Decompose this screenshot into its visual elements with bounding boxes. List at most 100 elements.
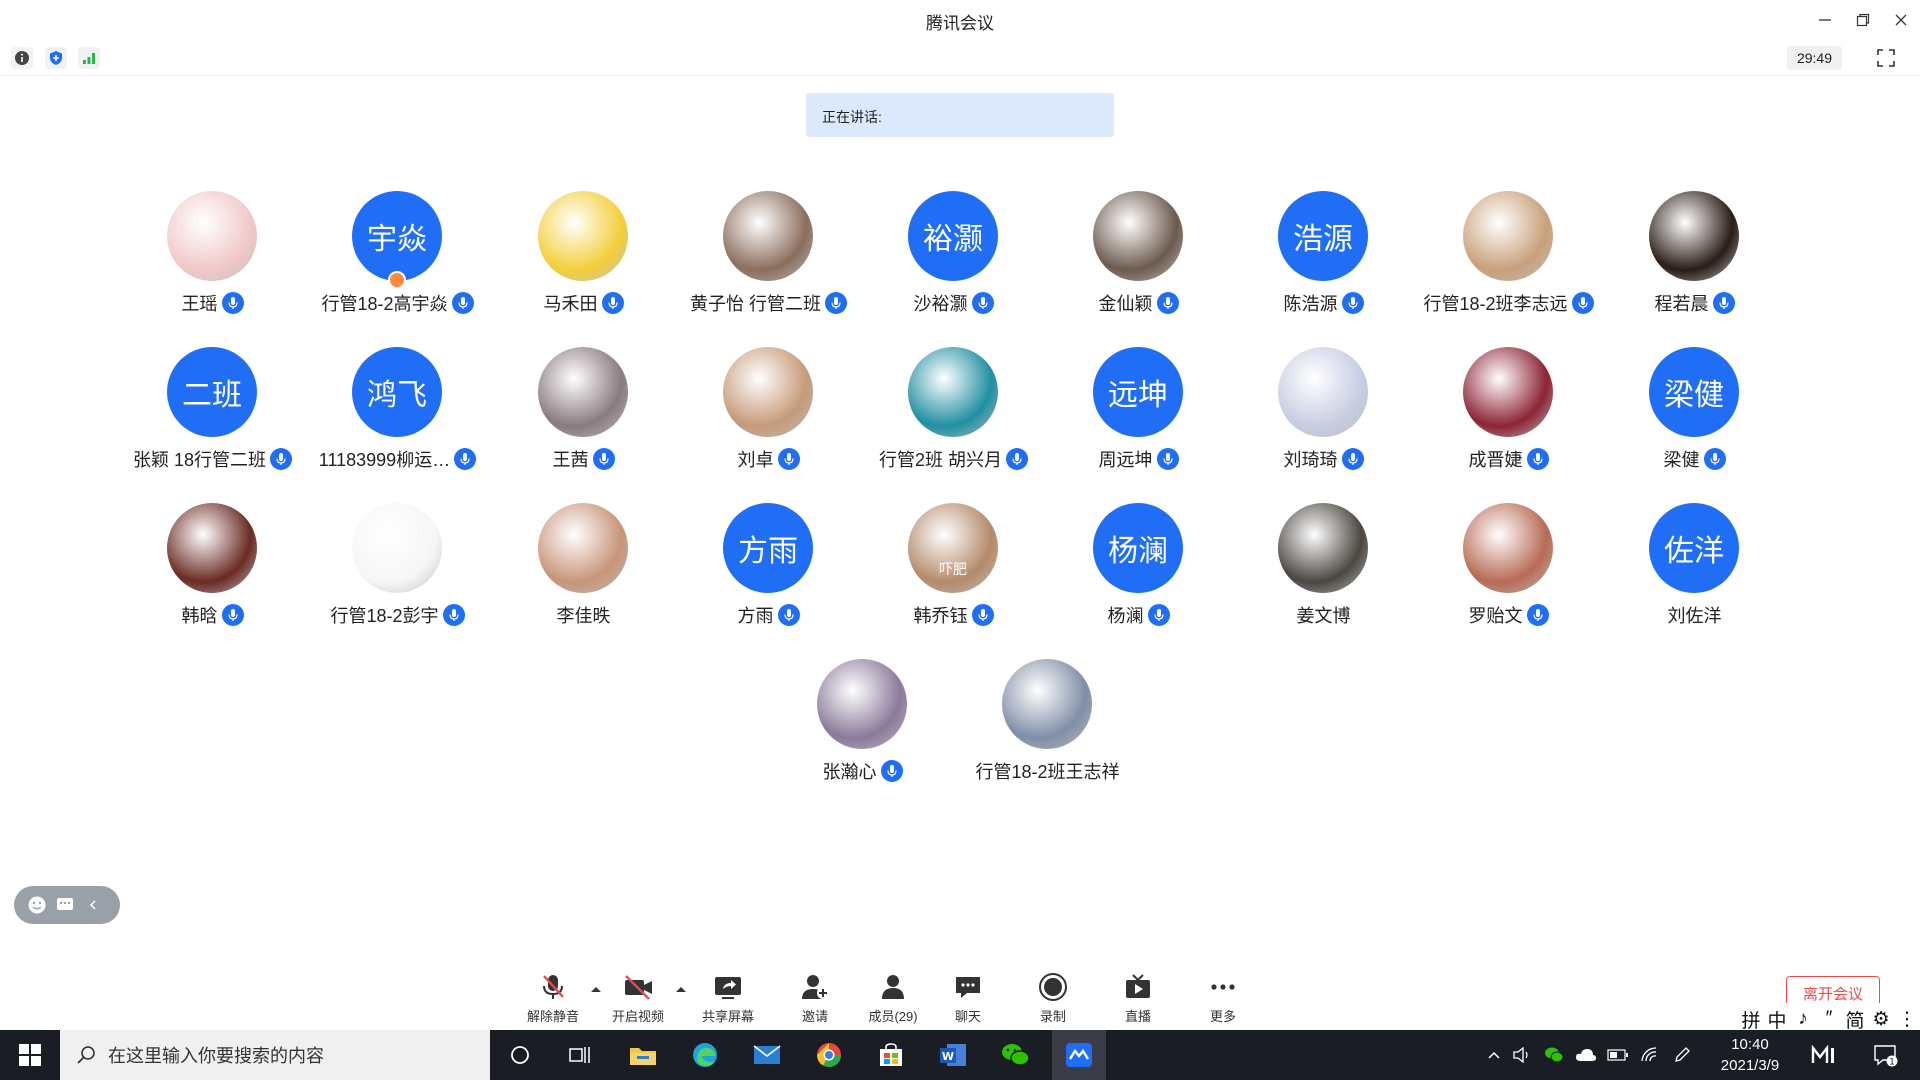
members-button[interactable]: 成员(29)	[858, 960, 928, 1028]
participant-tile[interactable]: 行管18-2班王志祥	[955, 659, 1140, 794]
participant-tile[interactable]: 刘琦琦	[1231, 347, 1416, 482]
participant-tile[interactable]: 罗贻文	[1416, 503, 1601, 638]
restore-button[interactable]	[1846, 6, 1880, 34]
participant-tile[interactable]: 鸿飞 11183999柳运…	[305, 347, 490, 482]
participant-tile[interactable]: 远坤 周远坤	[1046, 347, 1231, 482]
mail-app[interactable]	[742, 1030, 792, 1080]
participant-tile[interactable]: 程若晨	[1602, 191, 1787, 326]
participant-tile[interactable]: 马禾田	[491, 191, 676, 326]
participant-tile[interactable]: 李佳昳	[491, 503, 676, 638]
network-button[interactable]	[78, 47, 100, 69]
minimize-button[interactable]	[1808, 6, 1842, 34]
emoji-icon	[28, 896, 46, 914]
ime-settings[interactable]: ⚙	[1870, 1008, 1892, 1031]
participant-tile[interactable]: 行管18-2彭宇	[305, 503, 490, 638]
participant-tile[interactable]: 成晋婕	[1416, 347, 1601, 482]
participant-tile[interactable]: 方雨 方雨	[676, 503, 861, 638]
participant-tile[interactable]: 姜文博	[1231, 503, 1416, 638]
volume-button[interactable]	[1508, 1030, 1536, 1080]
participant-tile[interactable]: 黄子怡 行管二班	[676, 191, 861, 326]
collapse-button[interactable]	[82, 894, 104, 916]
participant-tile[interactable]: 行管18-2班李志远	[1416, 191, 1601, 326]
participant-name: 刘卓	[737, 450, 774, 470]
mic-status	[601, 292, 624, 314]
participant-tile[interactable]: 杨澜 杨澜	[1046, 503, 1231, 638]
wechat-app[interactable]	[990, 1030, 1040, 1080]
video-options-caret-icon[interactable]	[674, 984, 688, 994]
cortana-button[interactable]	[495, 1030, 545, 1080]
participant-tile[interactable]: 韩晗	[120, 503, 305, 638]
participant-tile[interactable]: 金仙颖	[1046, 191, 1231, 326]
info-button[interactable]	[11, 47, 33, 69]
reaction-panel[interactable]	[14, 886, 120, 924]
participant-name-line: 方雨	[676, 603, 861, 627]
start-video-button[interactable]: 开启视频	[603, 960, 673, 1028]
task-view-button[interactable]	[555, 1030, 605, 1080]
start-button[interactable]	[0, 1030, 60, 1080]
ime-chinese[interactable]: 中	[1766, 1006, 1788, 1033]
microphone-icon	[1347, 453, 1358, 465]
avatar	[908, 347, 998, 437]
participant-tile[interactable]: 吓肥 韩乔钰	[861, 503, 1046, 638]
pen-button[interactable]	[1668, 1030, 1696, 1080]
audio-options-caret-icon[interactable]	[589, 984, 603, 994]
participant-tile[interactable]: 浩源 陈浩源	[1231, 191, 1416, 326]
notification-center[interactable]: 1	[1866, 1030, 1906, 1080]
word-app[interactable]: W	[928, 1030, 978, 1080]
app-shortcut[interactable]	[1806, 1030, 1842, 1080]
fullscreen-button[interactable]	[1874, 46, 1898, 70]
tencent-meeting-app[interactable]	[1052, 1030, 1106, 1080]
ime-more[interactable]: ⋮	[1896, 1008, 1918, 1031]
mic-status	[454, 448, 477, 470]
participant-name-line: 王茜	[491, 447, 676, 471]
chrome-app[interactable]	[804, 1030, 854, 1080]
notification-icon: 1	[1874, 1045, 1898, 1067]
edge-app[interactable]	[680, 1030, 730, 1080]
participant-tile[interactable]: 梁健 梁健	[1602, 347, 1787, 482]
chat-button[interactable]: 聊天	[933, 960, 1003, 1028]
ime-simplified[interactable]: 简	[1844, 1006, 1866, 1033]
unmute-button[interactable]: 解除静音	[518, 960, 588, 1028]
participant-tile[interactable]: 佐洋 刘佐洋	[1602, 503, 1787, 638]
participant-tile[interactable]: 张瀚心	[770, 659, 955, 794]
participant-tile[interactable]: 刘卓	[676, 347, 861, 482]
participant-name: 沙裕灏	[913, 294, 968, 314]
avatar	[538, 347, 628, 437]
taskbar-search[interactable]: 在这里输入你要搜索的内容	[60, 1030, 490, 1080]
participant-tile[interactable]: 裕灏 沙裕灏	[861, 191, 1046, 326]
participant-name-line: 黄子怡 行管二班	[676, 291, 861, 315]
live-button[interactable]: 直播	[1103, 960, 1173, 1028]
participant-name: 张颖 18行管二班	[132, 450, 267, 470]
participant-tile[interactable]: 王茜	[491, 347, 676, 482]
tray-wechat[interactable]	[1540, 1030, 1568, 1080]
windows-logo-icon	[19, 1044, 41, 1066]
participant-name-line: 王瑶	[120, 291, 305, 315]
system-clock[interactable]: 10:40 2021/3/9	[1700, 1034, 1800, 1076]
participant-tile[interactable]: 二班 张颖 18行管二班	[120, 347, 305, 482]
danmaku-button[interactable]	[54, 894, 76, 916]
emoji-button[interactable]	[26, 894, 48, 916]
participant-tile[interactable]: 行管2班 胡兴月	[861, 347, 1046, 482]
avatar	[1463, 347, 1553, 437]
minimize-icon	[1819, 19, 1831, 21]
ime-pinyin[interactable]: 拼	[1740, 1006, 1762, 1033]
ime-moon[interactable]: ♪	[1792, 1008, 1814, 1030]
mic-status	[1156, 292, 1179, 314]
tray-expand-button[interactable]	[1480, 1030, 1508, 1080]
store-app[interactable]	[866, 1030, 916, 1080]
close-button[interactable]	[1884, 6, 1918, 34]
mic-status	[1156, 448, 1179, 470]
tray-cloud[interactable]	[1572, 1030, 1600, 1080]
wifi-indicator[interactable]	[1636, 1030, 1664, 1080]
participant-tile[interactable]: 宇焱 行管18-2高宇焱	[305, 191, 490, 326]
avatar	[1002, 659, 1092, 749]
participant-tile[interactable]: 王瑶	[120, 191, 305, 326]
invite-button[interactable]: 邀请	[780, 960, 850, 1028]
more-button[interactable]: 更多	[1188, 960, 1258, 1028]
ime-punct[interactable]: ″	[1818, 1008, 1840, 1030]
security-button[interactable]	[45, 47, 67, 69]
record-button[interactable]: 录制	[1018, 960, 1088, 1028]
battery-indicator[interactable]	[1604, 1030, 1632, 1080]
file-explorer-app[interactable]	[618, 1030, 668, 1080]
share-screen-button[interactable]: 共享屏幕	[693, 960, 763, 1028]
